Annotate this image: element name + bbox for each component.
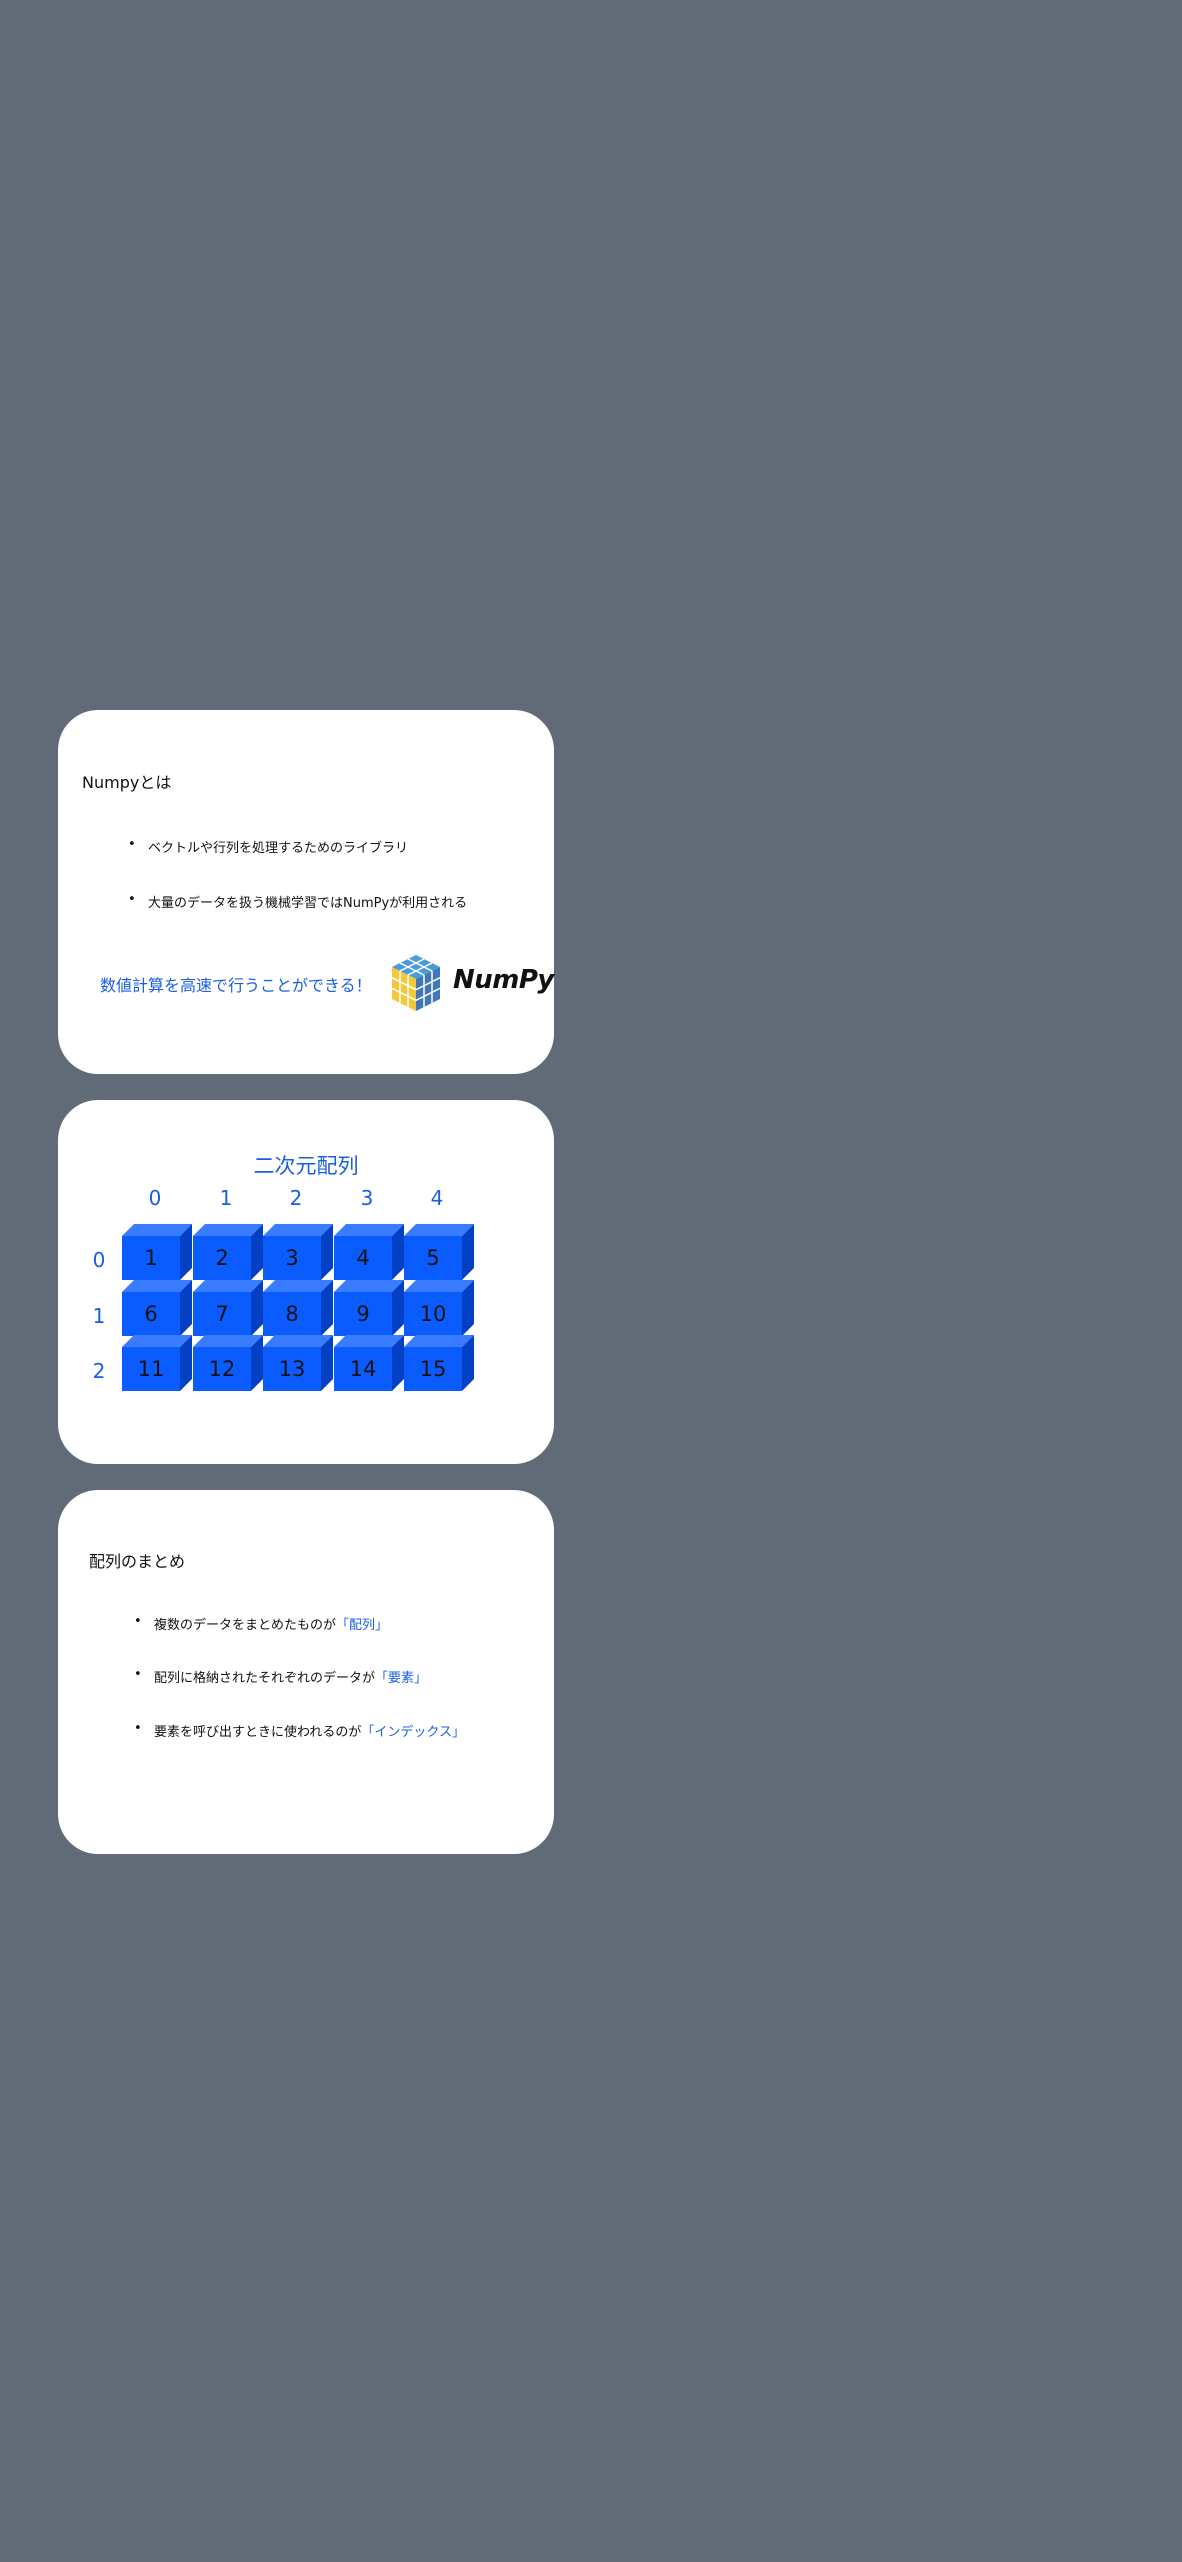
column-index: 3 [360,1186,374,1210]
row-index: 0 [92,1248,106,1272]
array-title: 二次元配列 [253,1154,359,1178]
numpy-logo-icon [391,955,441,1011]
array-cell: 8 [263,1280,333,1336]
array-cell: 13 [263,1335,333,1391]
array-cell: 2 [193,1224,263,1280]
array-cell: 15 [404,1335,474,1391]
array-cell: 10 [404,1280,474,1336]
bullet-item: 配列に格納されたそれぞれのデータが「要素」 [134,1667,428,1686]
column-index: 0 [148,1186,162,1210]
cell-value: 14 [349,1357,377,1381]
bullet-item: 要素を呼び出すときに使われるのが「インデックス」 [134,1721,465,1740]
array-summary-card: 配列のまとめ 複数のデータをまとめたものが「配列」 配列に格納されたそれぞれのデ… [58,1490,554,1854]
cell-value: 5 [426,1246,440,1270]
cell-value: 12 [208,1357,236,1381]
cell-value: 9 [356,1302,370,1326]
bullet-item: 複数のデータをまとめたものが「配列」 [134,1614,389,1633]
array-cell: 12 [193,1335,263,1391]
cell-value: 7 [215,1302,229,1326]
card-title: Numpyとは [82,773,172,792]
array-cell: 5 [404,1224,474,1280]
card-title: 配列のまとめ [89,1552,186,1571]
array-cell: 4 [334,1224,404,1280]
bullet-item: 大量のデータを扱う機械学習ではNumPyが利用される [128,892,467,911]
array-cell: 1 [122,1224,192,1280]
cell-value: 2 [215,1246,229,1270]
bullet-highlight: 「配列」 [336,1618,389,1633]
column-index: 2 [289,1186,303,1210]
tagline: 数値計算を高速で行うことができる！ [100,976,372,995]
two-dimensional-array-card: 二次元配列 0 1 2 3 4 0 1 2 1 2 3 4 5 6 7 8 9 … [58,1100,554,1464]
bullet-highlight: 「インデックス」 [361,1725,465,1740]
bullet-item: ベクトルや行列を処理するためのライブラリ [128,837,408,856]
row-index: 2 [92,1359,106,1383]
bullet-text: 要素を呼び出すときに使われるのが [154,1725,362,1740]
bullet-text: 配列に格納されたそれぞれのデータが [154,1671,376,1686]
numpy-logo-text: NumPy [453,965,554,995]
bullet-highlight: 「要素」 [375,1671,428,1686]
array-cell: 7 [193,1280,263,1336]
cell-value: 8 [285,1302,299,1326]
row-index: 1 [92,1304,106,1328]
array-cell: 6 [122,1280,192,1336]
column-index: 1 [219,1186,233,1210]
cell-value: 4 [356,1246,370,1270]
cell-value: 10 [419,1302,447,1326]
column-index: 4 [430,1186,444,1210]
numpy-intro-card: Numpyとは ベクトルや行列を処理するためのライブラリ 大量のデータを扱う機械… [58,710,554,1074]
cell-value: 15 [419,1357,447,1381]
array-cell: 11 [122,1335,192,1391]
cell-value: 6 [144,1302,158,1326]
array-cell: 3 [263,1224,333,1280]
cell-value: 3 [285,1246,299,1270]
cell-value: 11 [137,1357,165,1381]
cell-value: 1 [144,1246,158,1270]
cell-value: 13 [278,1357,306,1381]
bullet-text: 複数のデータをまとめたものが [154,1618,337,1633]
array-cell: 9 [334,1280,404,1336]
array-cell: 14 [334,1335,404,1391]
